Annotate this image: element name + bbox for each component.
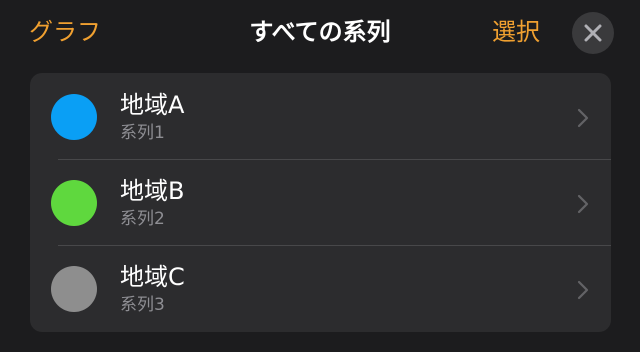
series-color-swatch (51, 266, 97, 312)
series-list: 地域A 系列1 地域B 系列2 地域C 系列3 (30, 73, 611, 332)
page-title: すべての系列 (249, 18, 391, 46)
series-list-screen: グラフ すべての系列 選択 地域A 系列1 地域B 系列2 地域C 系列3 (0, 0, 640, 352)
series-color-swatch (51, 94, 97, 140)
series-subtitle: 系列3 (120, 295, 165, 315)
series-row-region-a[interactable]: 地域A 系列1 (30, 73, 611, 159)
series-color-swatch (51, 180, 97, 226)
series-name: 地域C (120, 263, 185, 291)
series-row-region-b[interactable]: 地域B 系列2 (30, 159, 611, 245)
close-button[interactable] (572, 12, 614, 54)
chevron-right-icon (577, 280, 589, 300)
chevron-right-icon (577, 194, 589, 214)
series-subtitle: 系列2 (120, 209, 165, 229)
select-button[interactable]: 選択 (492, 14, 540, 50)
series-name: 地域A (120, 91, 185, 119)
series-name: 地域B (120, 177, 185, 205)
navigation-bar: グラフ すべての系列 選択 (0, 0, 640, 66)
series-row-region-c[interactable]: 地域C 系列3 (30, 245, 611, 331)
series-subtitle: 系列1 (120, 123, 165, 143)
chevron-right-icon (577, 108, 589, 128)
close-icon (584, 24, 602, 42)
